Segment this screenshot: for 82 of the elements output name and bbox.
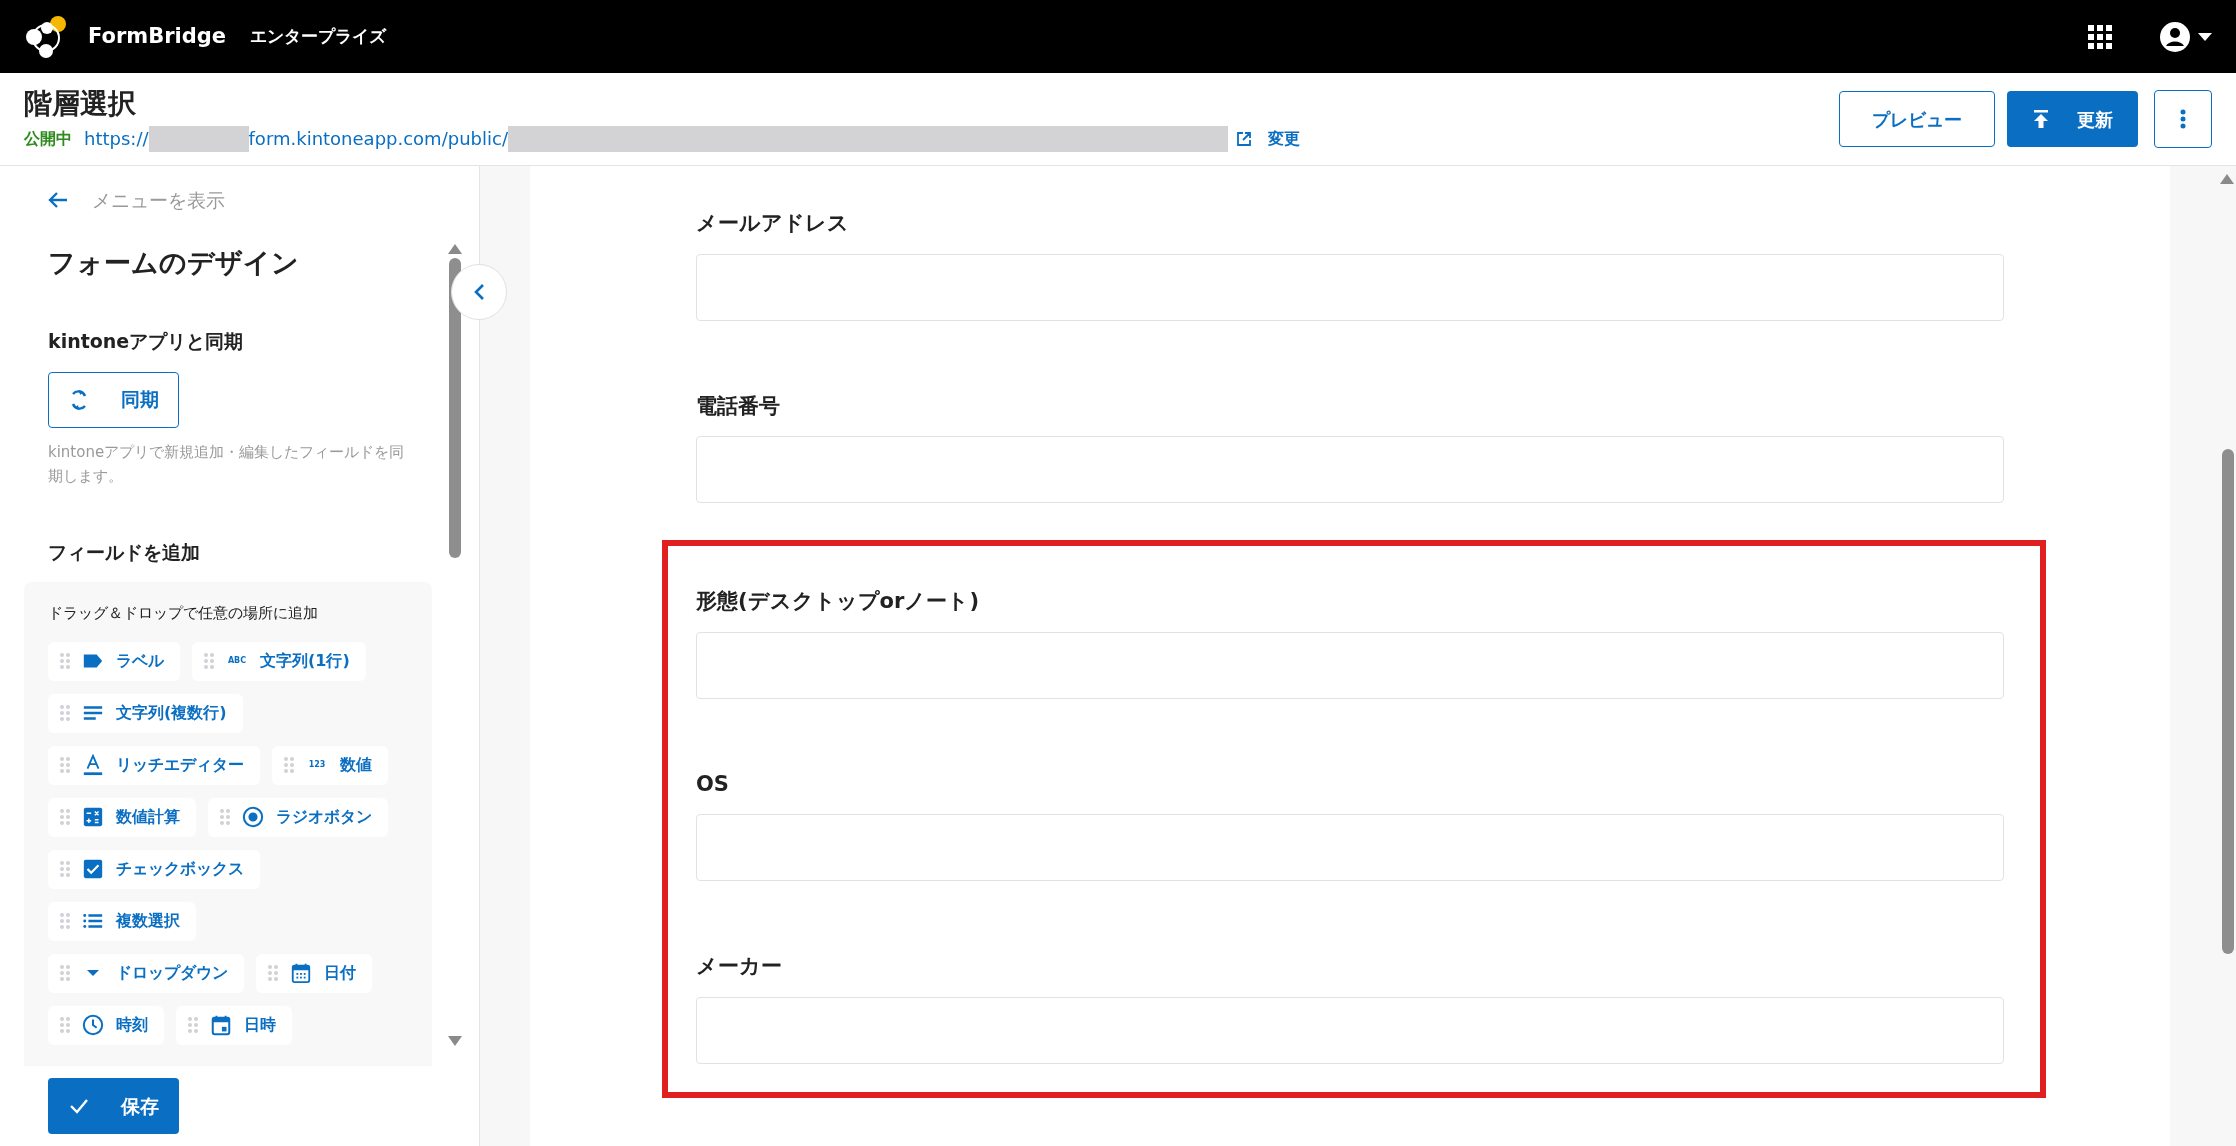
radio-icon: [242, 806, 264, 828]
drag-handle-icon: [268, 964, 278, 982]
upload-icon: [2032, 110, 2049, 128]
text-input[interactable]: [696, 631, 2004, 699]
drag-handle-icon: [220, 808, 230, 826]
more-options-button[interactable]: [2154, 90, 2212, 148]
scrollbar[interactable]: [2170, 166, 2236, 1146]
drag-handle-icon: [60, 808, 70, 826]
field-type-chip[interactable]: 123 数値: [272, 745, 388, 785]
clock-icon: [82, 1014, 104, 1036]
checkbox-icon: [82, 858, 104, 880]
scrollbar[interactable]: [447, 244, 463, 1046]
text-format-icon: [82, 754, 104, 776]
user-avatar-icon: [2160, 21, 2190, 52]
drag-handle-icon: [60, 704, 70, 722]
field-label: メールアドレス: [696, 210, 850, 237]
save-button[interactable]: 保存: [48, 1078, 179, 1134]
drag-handle-icon: [60, 756, 70, 774]
type-icon-text: 123: [307, 759, 327, 771]
field-type-chip[interactable]: 文字列(複数行): [48, 693, 243, 733]
field-type-chip[interactable]: 日付: [256, 953, 372, 993]
field-type-chip[interactable]: ラジオボタン: [208, 797, 388, 837]
scrollbar-thumb[interactable]: [449, 258, 461, 558]
account-menu[interactable]: [2160, 21, 2212, 52]
calendar-icon: [290, 962, 312, 984]
field-type-chip[interactable]: ABC 文字列(1行): [192, 641, 366, 681]
url-text[interactable]: form.kintoneapp.com/public/: [248, 125, 508, 152]
field-label: OS: [696, 770, 730, 798]
field-type-chip[interactable]: 日時: [176, 1005, 292, 1045]
sidebar-heading: フォームのデザイン: [48, 245, 300, 280]
palette-hint: ドラッグ＆ドロップで任意の場所に追加: [48, 603, 319, 624]
caret-down-icon: [87, 970, 99, 976]
check-icon: [68, 1098, 89, 1114]
drag-handle-icon: [284, 756, 294, 774]
form-title: 階層選択: [24, 86, 137, 121]
scrollbar-thumb[interactable]: [2222, 449, 2234, 954]
text-input[interactable]: [696, 253, 2004, 321]
preview-button[interactable]: プレビュー: [1839, 91, 1995, 147]
change-link[interactable]: 変更: [1267, 126, 1300, 151]
drag-handle-icon: [60, 964, 70, 982]
scroll-down-icon: [448, 1036, 462, 1046]
text-input[interactable]: [696, 996, 2004, 1064]
calendar-icon: [210, 1014, 232, 1036]
section-heading: kintoneアプリと同期: [48, 329, 245, 354]
drag-handle-icon: [60, 860, 70, 878]
scroll-up-icon: [448, 244, 462, 254]
update-button[interactable]: 更新: [2007, 91, 2138, 147]
show-menu-link[interactable]: メニューを表示: [48, 186, 431, 215]
drag-handle-icon: [60, 1016, 70, 1034]
field-type-chip[interactable]: チェックボックス: [48, 849, 260, 889]
apps-grid-icon[interactable]: [2088, 24, 2112, 49]
field-type-chip[interactable]: リッチエディター: [48, 745, 260, 785]
drag-handle-icon: [204, 652, 214, 670]
sync-description: kintoneアプリで新規追加・編集したフィールドを同期します。: [48, 441, 406, 487]
status-label: 公開中: [24, 127, 72, 150]
more-vertical-icon: [2180, 109, 2186, 129]
section-heading: フィールドを追加: [48, 539, 201, 565]
chevron-left-icon: [473, 283, 485, 301]
logo-icon[interactable]: [24, 14, 68, 59]
field-type-chip[interactable]: ドロップダウン: [48, 953, 244, 993]
sync-button[interactable]: 同期: [48, 371, 179, 428]
field-type-chip[interactable]: 複数選択: [48, 901, 196, 941]
field-type-chip[interactable]: 数値計算: [48, 797, 196, 837]
drag-handle-icon: [188, 1016, 198, 1034]
scroll-up-icon: [2220, 174, 2234, 184]
caret-down-icon: [2198, 32, 2212, 41]
field-type-chip[interactable]: 時刻: [48, 1005, 164, 1045]
field-type-chip[interactable]: ラベル: [48, 641, 180, 681]
calculator-icon: [82, 806, 104, 828]
drag-handle-icon: [60, 652, 70, 670]
drag-handle-icon: [60, 912, 70, 930]
text-input[interactable]: [696, 436, 2004, 503]
back-arrow-icon: [48, 191, 68, 210]
field-label: 形態(デスクトップorノート): [696, 588, 980, 615]
field-label: 電話番号: [696, 392, 781, 420]
field-label: メーカー: [696, 953, 783, 980]
brand-name: FormBridge: [88, 22, 227, 50]
text-input[interactable]: [696, 814, 2004, 881]
url-text[interactable]: https://: [84, 125, 149, 152]
edition-label: エンタープライズ: [250, 24, 387, 48]
external-link-icon[interactable]: [1235, 130, 1252, 147]
type-icon-text: ABC: [226, 655, 248, 667]
